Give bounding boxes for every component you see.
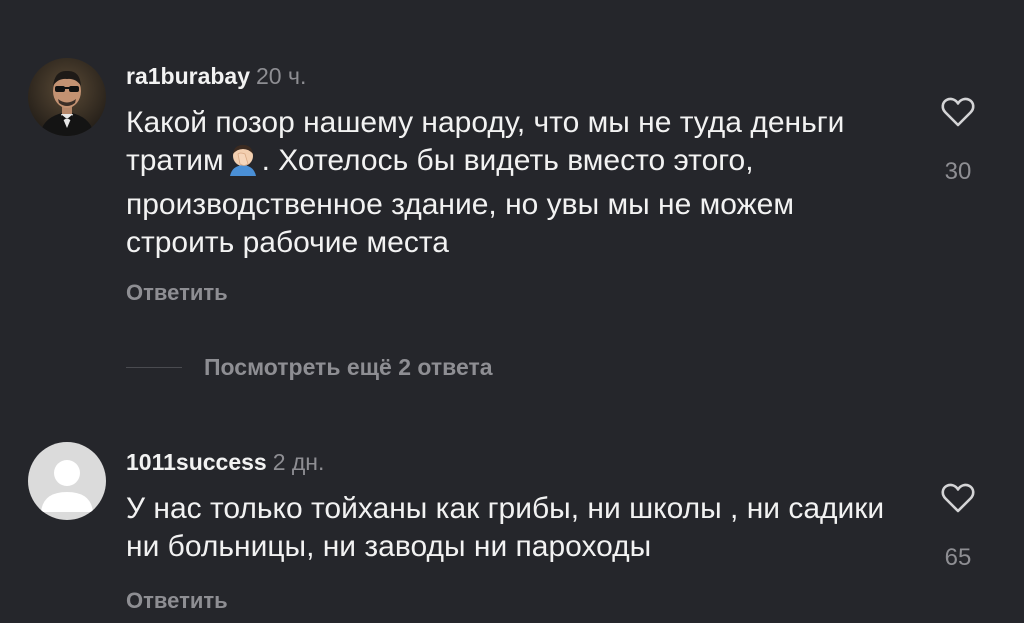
- view-more-replies-label: Посмотреть ещё 2 ответа: [204, 353, 493, 380]
- timestamp: 2 дн.: [272, 449, 325, 475]
- avatar[interactable]: [28, 58, 106, 136]
- username[interactable]: 1011success: [126, 449, 267, 475]
- reply-button[interactable]: Ответить: [126, 280, 228, 306]
- person-facepalming-icon: [226, 142, 260, 186]
- comment-text: У нас только тойханы как грибы, ни школы…: [126, 492, 885, 563]
- heart-icon[interactable]: [932, 96, 984, 128]
- like-count: 30: [944, 158, 972, 185]
- like-control: 65: [932, 482, 984, 572]
- heart-icon[interactable]: [932, 482, 984, 514]
- comment-text: Какой позор нашему народу, что мы не туд…: [126, 104, 896, 262]
- like-control: 30: [932, 96, 984, 186]
- comment-meta: ra1burabay 20 ч.: [126, 63, 306, 90]
- view-more-replies-button[interactable]: Посмотреть ещё 2 ответа: [126, 352, 493, 382]
- timestamp: 20 ч.: [256, 63, 307, 89]
- avatar[interactable]: [28, 442, 106, 520]
- username[interactable]: ra1burabay: [126, 63, 250, 89]
- reply-button[interactable]: Ответить: [126, 588, 228, 614]
- divider: [126, 366, 182, 368]
- like-count: 65: [944, 544, 972, 571]
- comment-meta: 1011success 2 дн.: [126, 449, 324, 476]
